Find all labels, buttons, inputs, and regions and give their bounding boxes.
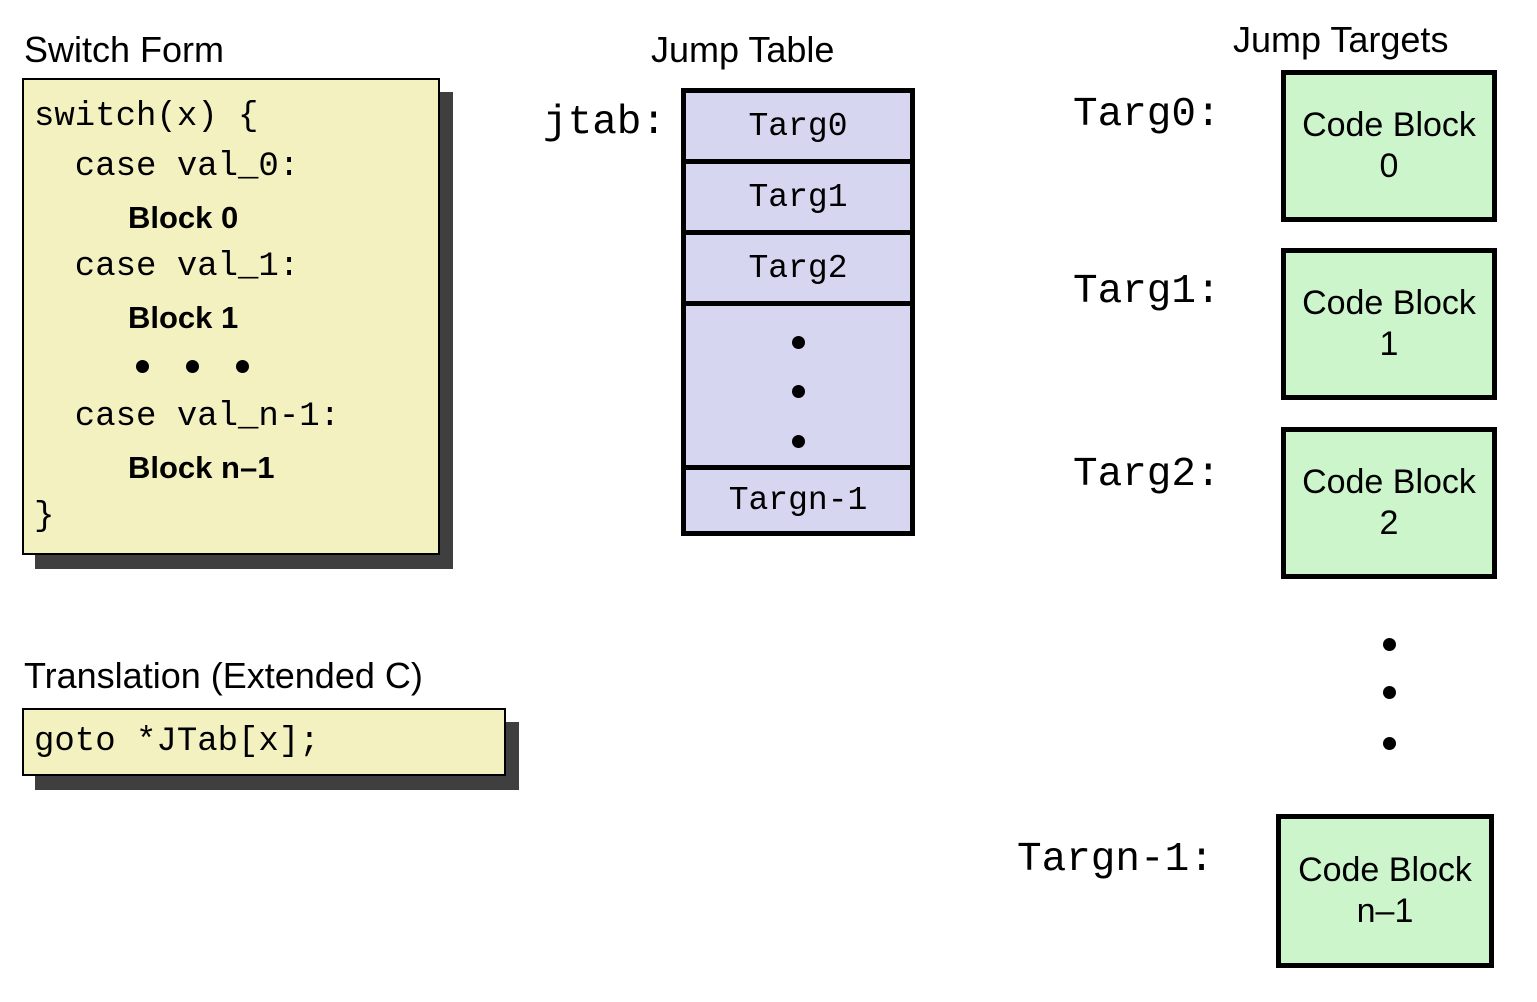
switch-block-line-2: Block n–1: [128, 450, 275, 485]
jump-table-entry: Targ2: [686, 235, 910, 301]
code-block-0-line1: Code Block: [1302, 105, 1476, 144]
code-block-2: Code Block 2: [1281, 427, 1497, 579]
jump-target-label-3: Targn-1:: [1017, 837, 1214, 883]
ellipsis-dot: [186, 360, 199, 373]
switch-code-line-1: case val_0:: [34, 148, 300, 186]
ellipsis-dot: [792, 336, 805, 349]
code-block-3: Code Block n–1: [1276, 814, 1494, 968]
jump-table: Targ0 Targ1 Targ2 Targn-1: [681, 88, 915, 536]
jump-target-label-1: Targ1:: [1073, 269, 1221, 315]
code-block-1-line2: 1: [1379, 325, 1399, 363]
code-block-1-line1: Code Block: [1302, 283, 1476, 322]
jump-table-entry: Targ1: [686, 164, 910, 230]
jump-table-entry-label: Targn-1: [728, 482, 868, 519]
jump-table-ellipsis-cell: [686, 306, 910, 465]
jump-table-entry: Targ0: [686, 93, 910, 159]
switch-block-line-0: Block 0: [128, 200, 239, 235]
switch-form-code-box: switch(x) { case val_0: Block 0 case val…: [22, 78, 440, 555]
switch-code-line-0: switch(x) {: [34, 98, 259, 136]
ellipsis-dot: [1383, 686, 1396, 699]
jump-table-entry-label: Targ2: [748, 249, 848, 287]
code-block-3-line1: Code Block: [1298, 850, 1472, 889]
switch-form-title: Switch Form: [24, 29, 225, 70]
jump-table-title: Jump Table: [651, 29, 835, 70]
code-block-2-line1: Code Block: [1302, 462, 1476, 501]
ellipsis-dot: [792, 435, 805, 448]
code-block-0-line2: 0: [1379, 147, 1399, 185]
diagram-canvas: Switch Form switch(x) { case val_0: Bloc…: [0, 0, 1537, 1002]
jump-target-label-2: Targ2:: [1073, 452, 1221, 498]
translation-code-line: goto *JTab[x];: [34, 723, 320, 761]
jump-table-entry-label: Targ0: [748, 107, 848, 145]
translation-title: Translation (Extended C): [24, 655, 423, 696]
ellipsis-dot: [236, 360, 249, 373]
translation-code-box: goto *JTab[x];: [22, 708, 506, 776]
jump-table-entry-label: Targ1: [748, 178, 848, 216]
code-block-2-line2: 2: [1379, 504, 1399, 542]
switch-code-line-3: case val_n-1:: [34, 398, 341, 436]
ellipsis-dot: [1383, 737, 1396, 750]
ellipsis-dot: [136, 360, 149, 373]
code-block-0: Code Block 0: [1281, 70, 1497, 222]
jump-target-label-0: Targ0:: [1073, 92, 1221, 138]
jump-table-entry: Targn-1: [686, 470, 910, 531]
code-block-1: Code Block 1: [1281, 248, 1497, 400]
ellipsis-dot: [792, 385, 805, 398]
switch-code-line-2: case val_1:: [34, 248, 300, 286]
switch-block-line-1: Block 1: [128, 300, 239, 335]
jtab-pointer-label: jtab:: [543, 100, 667, 146]
switch-code-line-4: }: [34, 498, 55, 536]
jump-targets-title: Jump Targets: [1233, 19, 1449, 60]
code-block-3-line2: n–1: [1356, 892, 1414, 930]
ellipsis-dot: [1383, 638, 1396, 651]
